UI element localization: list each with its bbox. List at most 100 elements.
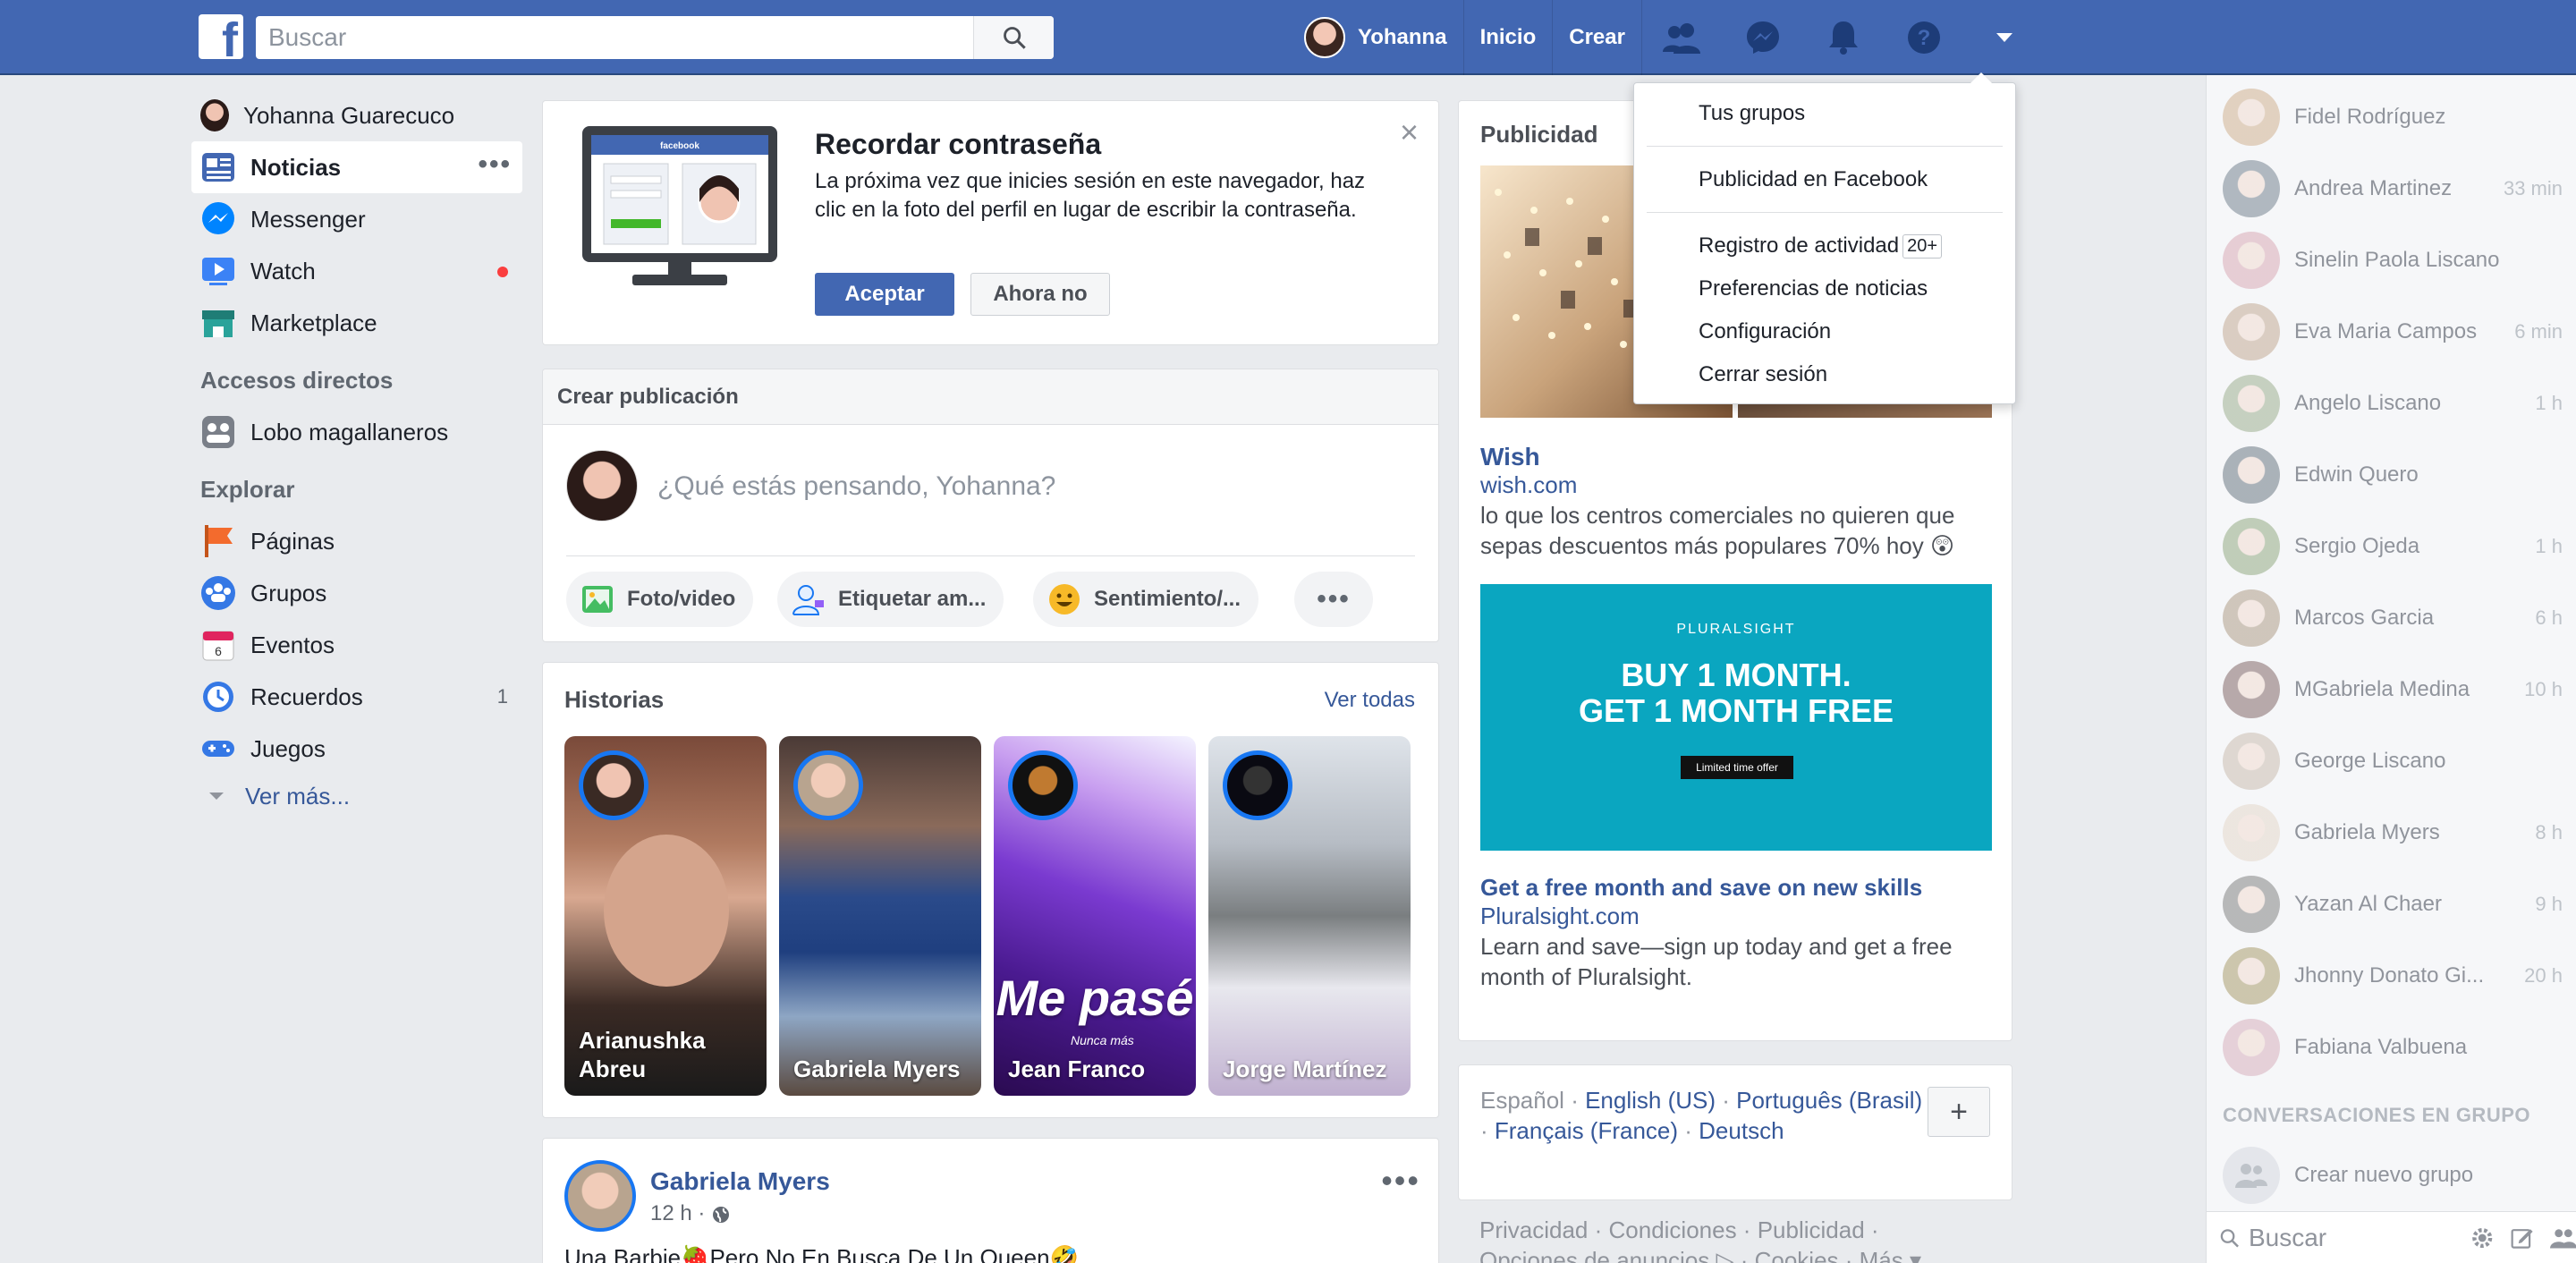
more-options-icon[interactable]: •••	[478, 151, 512, 178]
sidebar-item-groups[interactable]: Grupos	[191, 567, 522, 619]
sidebar-item-memories[interactable]: Recuerdos 1	[191, 671, 522, 723]
top-nav-links: Yohanna Inicio Crear ?	[1288, 0, 2045, 75]
create-group-button[interactable]: Crear nuevo grupo	[2223, 1147, 2473, 1204]
language-option[interactable]: Français (France)	[1495, 1117, 1678, 1144]
language-current: Español	[1480, 1087, 1564, 1114]
story-card[interactable]: Gabriela Myers	[779, 736, 981, 1096]
sidebar-item-label: Watch	[250, 257, 316, 284]
chat-contact[interactable]: Edwin Quero	[2223, 445, 2563, 504]
avatar	[793, 750, 863, 820]
notifications-button[interactable]	[1803, 0, 1884, 75]
account-menu-button[interactable]	[1964, 0, 2045, 75]
pluralsight-logo: PLURALSIGHT	[1676, 622, 1796, 637]
menu-item-log-out[interactable]: Cerrar sesión	[1699, 362, 1827, 387]
chat-contact[interactable]: Yazan Al Chaer 9 h	[2223, 875, 2563, 934]
story-card[interactable]: Me pasé Nunca más Jean Franco	[994, 736, 1196, 1096]
sidebar-item-marketplace[interactable]: Marketplace	[191, 297, 522, 349]
profile-link[interactable]: Yohanna	[1288, 0, 1464, 75]
chat-search-input[interactable]	[2248, 1223, 2436, 1252]
chat-contact[interactable]: Eva Maria Campos 6 min	[2223, 302, 2563, 361]
groups-icon	[201, 576, 235, 610]
memories-clock-icon	[203, 682, 233, 712]
search-box	[256, 16, 1054, 59]
accept-button[interactable]: Aceptar	[815, 273, 954, 316]
story-card[interactable]: Jorge Martínez	[1208, 736, 1411, 1096]
avatar[interactable]	[564, 1160, 636, 1232]
story-author: Gabriela Myers	[793, 1055, 961, 1082]
chat-contact[interactable]: Gabriela Myers 8 h	[2223, 803, 2563, 862]
group-chat-icon[interactable]	[2549, 1225, 2576, 1251]
footer-line[interactable]: Opciones de anuncios ▷ · Cookies · Más ▾	[1479, 1245, 1998, 1263]
profile-shortcut[interactable]: Yohanna Guarecuco	[191, 89, 522, 141]
chat-contact[interactable]: Fabiana Valbuena	[2223, 1018, 2563, 1077]
group-icon	[202, 416, 234, 448]
footer-line[interactable]: Privacidad · Condiciones · Publicidad ·	[1479, 1215, 1998, 1245]
chat-contact[interactable]: George Liscano	[2223, 732, 2563, 791]
menu-item-activity-log[interactable]: Registro de actividad 20+	[1699, 233, 1943, 259]
menu-item-news-preferences[interactable]: Preferencias de noticias	[1699, 276, 1928, 301]
avatar	[2223, 589, 2280, 647]
post-time: 12 h ·	[650, 1201, 706, 1225]
avatar	[2223, 733, 2280, 790]
feeling-activity-button[interactable]: Sentimiento/...	[1033, 572, 1259, 627]
language-option[interactable]: Deutsch	[1699, 1117, 1784, 1144]
menu-item-settings[interactable]: Configuración	[1699, 319, 1831, 344]
sidebar-item-messenger[interactable]: Messenger	[191, 193, 522, 245]
post-author[interactable]: Gabriela Myers	[650, 1167, 830, 1196]
menu-item-your-groups[interactable]: Tus grupos	[1699, 101, 1805, 126]
avatar	[2223, 160, 2280, 217]
search-button[interactable]	[973, 16, 1054, 59]
sidebar-item-lobo-magallaneros[interactable]: Lobo magallaneros	[191, 406, 522, 458]
chat-contact[interactable]: Angelo Liscano 1 h	[2223, 374, 2563, 433]
gear-icon[interactable]	[2470, 1225, 2495, 1251]
create-link[interactable]: Crear	[1553, 0, 1642, 75]
close-icon[interactable]: ×	[1400, 114, 1419, 151]
messenger-button[interactable]	[1723, 0, 1803, 75]
facebook-logo[interactable]: f	[199, 14, 243, 59]
see-all-stories-link[interactable]: Ver todas	[1325, 688, 1415, 713]
help-button[interactable]: ?	[1884, 0, 1964, 75]
ad-url[interactable]: Pluralsight.com	[1480, 903, 1640, 930]
not-now-button[interactable]: Ahora no	[970, 273, 1110, 316]
post-options-icon[interactable]: •••	[1381, 1162, 1420, 1199]
search-input[interactable]	[256, 16, 971, 59]
photo-video-button[interactable]: Foto/video	[566, 572, 754, 627]
tag-friends-button[interactable]: Etiquetar am...	[777, 572, 1004, 627]
language-option[interactable]: Português (Brasil)	[1736, 1087, 1922, 1114]
avatar	[579, 750, 648, 820]
sidebar-item-events[interactable]: 6 Eventos	[191, 619, 522, 671]
ad-image-pluralsight[interactable]: PLURALSIGHT BUY 1 MONTH. GET 1 MONTH FRE…	[1480, 584, 1992, 851]
friend-requests-button[interactable]	[1642, 0, 1723, 75]
post-composer-input[interactable]: ¿Qué estás pensando, Yohanna?	[657, 471, 1055, 502]
sidebar-item-games[interactable]: Juegos	[191, 723, 522, 775]
see-more-link[interactable]: Ver más...	[191, 775, 522, 818]
news-feed-icon	[202, 153, 234, 182]
chat-contact[interactable]: Sinelin Paola Liscano	[2223, 231, 2563, 290]
sidebar-item-pages[interactable]: Páginas	[191, 515, 522, 567]
sidebar-item-watch[interactable]: Watch	[191, 245, 522, 297]
chat-contact[interactable]: Fidel Rodríguez	[2223, 88, 2563, 147]
compose-icon[interactable]	[2510, 1225, 2534, 1251]
ad-title[interactable]: Wish	[1480, 443, 1540, 471]
home-link[interactable]: Inicio	[1464, 0, 1554, 75]
sidebar-item-label: Messenger	[250, 205, 366, 233]
chat-contact[interactable]: Sergio Ojeda 1 h	[2223, 517, 2563, 576]
chat-last-active: 6 min	[2514, 320, 2563, 343]
top-navigation-bar: f Yohanna Inicio Crear ?	[0, 0, 2576, 75]
menu-item-advertising[interactable]: Publicidad en Facebook	[1699, 167, 1928, 192]
chat-contact[interactable]: Marcos Garcia 6 h	[2223, 589, 2563, 648]
story-card[interactable]: Arianushka Abreu	[564, 736, 767, 1096]
language-option[interactable]: English (US)	[1585, 1087, 1716, 1114]
chat-contact[interactable]: Jhonny Donato Gi... 20 h	[2223, 946, 2563, 1005]
chat-contact[interactable]: MGabriela Medina 10 h	[2223, 660, 2563, 719]
ad-title[interactable]: Get a free month and save on new skills	[1480, 874, 1922, 902]
notification-dot	[497, 267, 508, 277]
shortcuts-heading: Accesos directos	[200, 366, 394, 394]
explore-heading: Explorar	[200, 475, 295, 503]
ad-url[interactable]: wish.com	[1480, 471, 1577, 499]
add-language-button[interactable]: +	[1928, 1087, 1990, 1137]
sidebar-item-label: Páginas	[250, 527, 335, 555]
more-options-button[interactable]: •••	[1294, 572, 1373, 627]
chat-contact[interactable]: Andrea Martinez 33 min	[2223, 159, 2563, 218]
sidebar-item-news-feed[interactable]: Noticias •••	[191, 141, 522, 193]
